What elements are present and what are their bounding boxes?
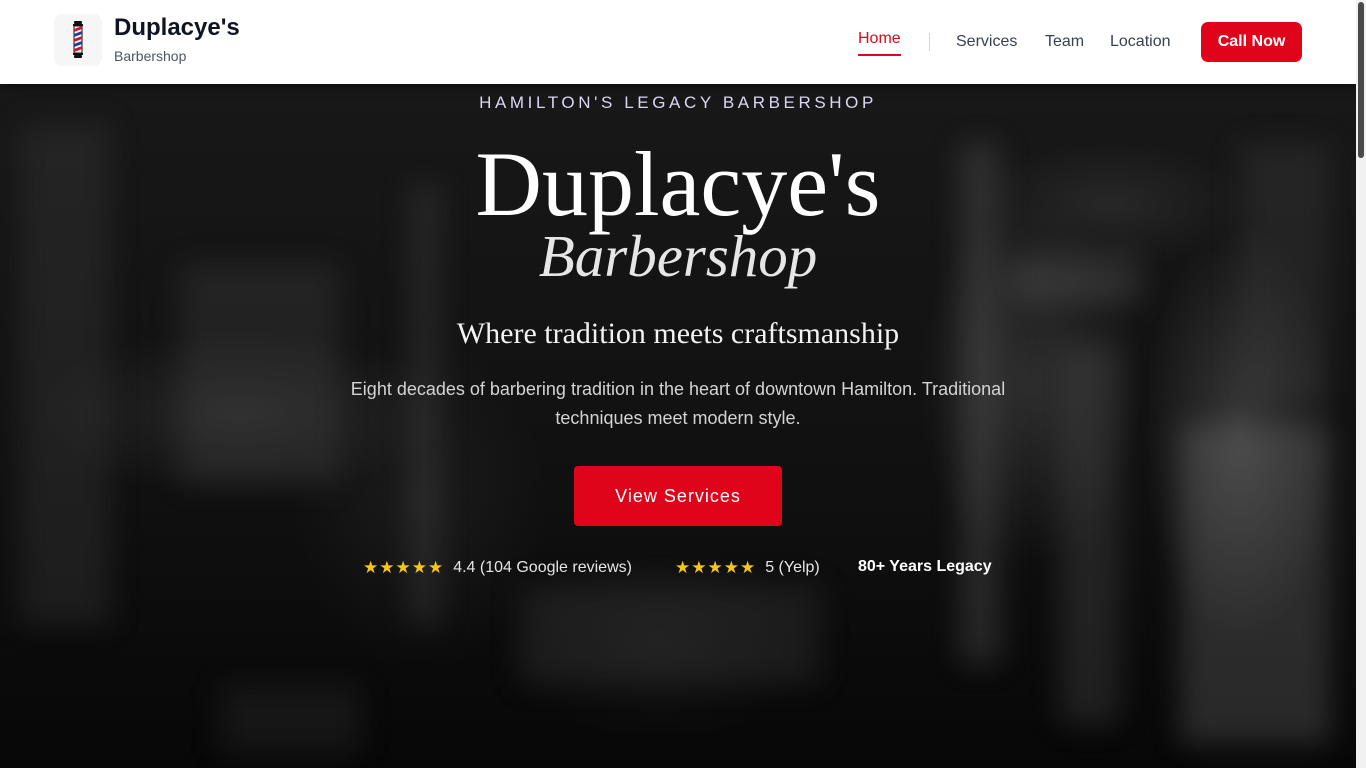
hero-tagline: Where tradition meets craftsmanship [456,317,900,350]
scrollbar-thumb[interactable] [1358,2,1364,158]
nav-team[interactable]: Team [1045,33,1084,51]
hero-description: Eight decades of barbering tradition in … [350,379,1006,428]
star-rating-icon: ★★★★★ [675,558,757,577]
nav-location[interactable]: Location [1110,33,1171,51]
ratings-bar: ★★★★★ 4.4 (104 Google reviews) ★★★★★ 5 (… [0,558,1356,582]
star-rating-icon: ★★★★★ [363,558,445,577]
nav-home[interactable]: Home [858,30,901,56]
hero-title-subtitle: Barbershop [538,223,818,289]
nav-divider [929,33,930,51]
nav-services[interactable]: Services [956,33,1017,51]
main-nav: Home Services Team Location [0,0,1356,84]
google-rating: ★★★★★ 4.4 (104 Google reviews) [363,558,632,578]
hero-section: HAMILTON'S LEGACY BARBERSHOP Duplacye's … [0,84,1356,768]
hero-title: Duplacye's [475,133,881,235]
hero-eyebrow: HAMILTON'S LEGACY BARBERSHOP [479,93,877,112]
view-services-button[interactable]: View Services [574,466,782,526]
yelp-rating-text: 5 (Yelp) [765,559,820,576]
call-now-button[interactable]: Call Now [1201,22,1302,62]
yelp-rating: ★★★★★ 5 (Yelp) [675,558,820,578]
site-header: Duplacye's Barbershop Home Services Team… [0,0,1356,84]
scrollbar[interactable] [1356,0,1366,768]
google-rating-text: 4.4 (104 Google reviews) [453,559,632,576]
legacy-badge: 80+ Years Legacy [858,558,992,575]
